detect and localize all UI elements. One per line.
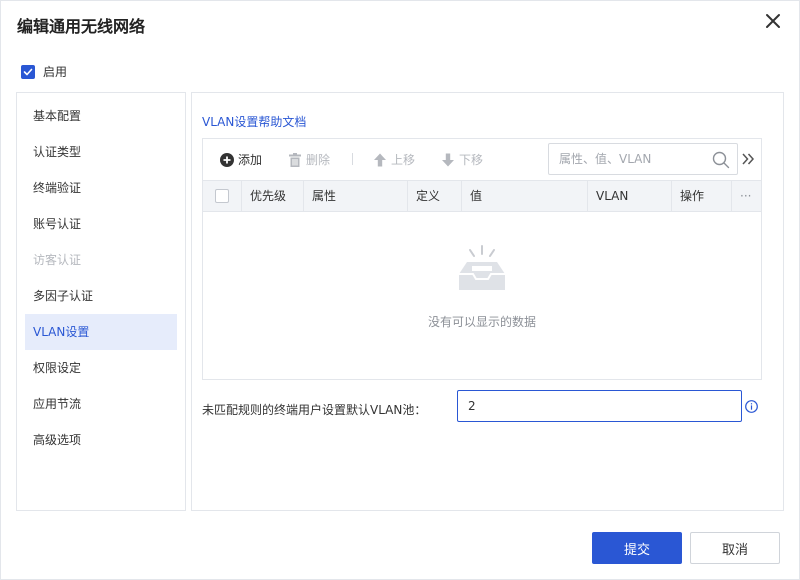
sidebar-item-permissions[interactable]: 权限设定 bbox=[25, 350, 177, 386]
check-icon bbox=[23, 68, 33, 75]
arrow-down-icon bbox=[442, 153, 454, 166]
move-up-button[interactable]: 上移 bbox=[373, 151, 415, 168]
close-button[interactable] bbox=[763, 11, 783, 31]
info-icon[interactable] bbox=[745, 400, 758, 413]
arrow-up-icon bbox=[374, 153, 386, 166]
grid-toolbar: 添加 删除 上移 下移 属性、值、VLAN bbox=[203, 139, 761, 180]
default-vlan-label: 未匹配规则的终端用户设置默认VLAN池： bbox=[202, 403, 427, 417]
edit-wireless-dialog: 编辑通用无线网络 启用 基本配置 认证类型 终端验证 账号认证 访客认证 多因子… bbox=[0, 0, 800, 580]
add-button[interactable]: 添加 bbox=[220, 151, 262, 168]
move-up-button-label: 上移 bbox=[391, 153, 416, 167]
sidebar-item-terminal-verify[interactable]: 终端验证 bbox=[25, 170, 177, 206]
column-header-definition[interactable]: 定义 bbox=[407, 181, 461, 211]
default-vlan-input[interactable] bbox=[457, 390, 742, 422]
column-header-priority[interactable]: 优先级 bbox=[241, 181, 303, 211]
search-box bbox=[548, 143, 738, 175]
enable-label: 启用 bbox=[43, 65, 68, 79]
select-all-checkbox[interactable] bbox=[215, 189, 229, 203]
sidebar-item-account-auth[interactable]: 账号认证 bbox=[25, 206, 177, 242]
settings-sidebar: 基本配置 认证类型 终端验证 账号认证 访客认证 多因子认证 VLAN设置 权限… bbox=[16, 92, 186, 511]
cancel-button[interactable]: 取消 bbox=[690, 532, 780, 564]
close-icon bbox=[766, 14, 780, 28]
select-all-cell bbox=[203, 181, 241, 211]
column-options-button[interactable]: ··· bbox=[731, 181, 761, 211]
table-header: 优先级 属性 定义 值 VLAN 操作 ··· bbox=[203, 180, 761, 212]
double-chevron-right-icon[interactable] bbox=[741, 151, 755, 167]
delete-button[interactable]: 删除 bbox=[288, 151, 330, 168]
move-down-button[interactable]: 下移 bbox=[441, 151, 483, 168]
delete-button-label: 删除 bbox=[306, 153, 331, 167]
column-header-attribute[interactable]: 属性 bbox=[303, 181, 407, 211]
sidebar-item-app-throttle[interactable]: 应用节流 bbox=[25, 386, 177, 422]
plus-circle-icon bbox=[220, 152, 234, 167]
vlan-settings-panel: VLAN设置帮助文档 添加 删除 上移 下移 属性、值、VLAN 优先级 属性 … bbox=[191, 92, 784, 511]
move-down-button-label: 下移 bbox=[459, 153, 484, 167]
sidebar-item-basic-config[interactable]: 基本配置 bbox=[25, 98, 177, 134]
search-input[interactable] bbox=[559, 151, 709, 167]
search-icon[interactable] bbox=[712, 151, 730, 169]
column-header-vlan[interactable]: VLAN bbox=[587, 181, 671, 211]
empty-state-text: 没有可以显示的数据 bbox=[427, 315, 536, 329]
column-header-value[interactable]: 值 bbox=[461, 181, 587, 211]
toolbar-divider bbox=[352, 153, 353, 165]
submit-button[interactable]: 提交 bbox=[592, 532, 682, 564]
vlan-rules-grid: 添加 删除 上移 下移 属性、值、VLAN 优先级 属性 定义 值 VLAN 操… bbox=[202, 138, 762, 380]
sidebar-item-advanced[interactable]: 高级选项 bbox=[25, 422, 177, 458]
trash-icon bbox=[289, 152, 301, 167]
sidebar-item-vlan[interactable]: VLAN设置 bbox=[25, 314, 177, 350]
add-button-label: 添加 bbox=[238, 153, 263, 167]
sidebar-item-mfa[interactable]: 多因子认证 bbox=[25, 278, 177, 314]
enable-row: 启用 bbox=[21, 63, 67, 80]
column-header-actions: 操作 bbox=[671, 181, 731, 211]
sidebar-item-guest-auth: 访客认证 bbox=[33, 253, 82, 267]
empty-box-icon bbox=[459, 245, 505, 290]
dialog-title: 编辑通用无线网络 bbox=[17, 17, 146, 36]
sidebar-item-auth-type[interactable]: 认证类型 bbox=[25, 134, 177, 170]
empty-state: 没有可以显示的数据 bbox=[203, 212, 761, 379]
enable-checkbox[interactable] bbox=[21, 64, 35, 79]
vlan-help-link[interactable]: VLAN设置帮助文档 bbox=[202, 113, 306, 130]
